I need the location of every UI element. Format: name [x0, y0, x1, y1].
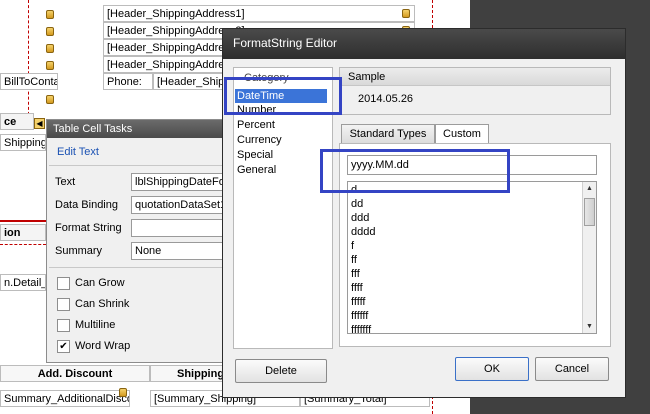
table-cell-bill-to-contact[interactable]: BillToContact	[0, 73, 58, 90]
can-shrink-label: Can Shrink	[75, 298, 130, 310]
binding-icon	[46, 95, 54, 104]
format-list-scrollbar[interactable]: ▲ ▼	[582, 182, 596, 333]
binding-icon	[46, 44, 54, 53]
table-cell-shipping-address1[interactable]: [Header_ShippingAddress1]	[103, 5, 415, 22]
binding-icon	[46, 27, 54, 36]
sample-group: Sample 2014.05.26	[339, 67, 611, 115]
sample-header: Sample	[340, 68, 610, 86]
summary-label: Summary	[55, 245, 103, 257]
format-item[interactable]: fffff	[351, 295, 366, 310]
table-cell-summary-additional-discount[interactable]: Summary_AdditionalDiscount	[0, 390, 130, 407]
smart-tag-arrow-icon[interactable]: ◀	[34, 118, 45, 129]
margin-guide-left	[28, 0, 29, 120]
format-item[interactable]: ddd	[351, 211, 369, 226]
can-grow-checkbox[interactable]	[57, 277, 70, 290]
word-wrap-label: Word Wrap	[75, 340, 131, 352]
tab-standard-types[interactable]: Standard Types	[341, 124, 435, 144]
tab-custom[interactable]: Custom	[435, 124, 489, 144]
section-header: ce	[0, 113, 34, 130]
format-list[interactable]: d dd ddd dddd f ff fff ffff fffff ffffff…	[347, 181, 597, 334]
dialog-title: FormatString Editor	[223, 29, 625, 59]
format-item[interactable]: dd	[351, 197, 363, 212]
table-cell-phone-label[interactable]: Phone:	[103, 73, 153, 90]
word-wrap-checkbox[interactable]: ✔	[57, 340, 70, 353]
delete-button[interactable]: Delete	[235, 359, 327, 383]
format-item[interactable]: fff	[351, 267, 360, 282]
highlight-box-category	[224, 77, 342, 115]
multiline-label: Multiline	[75, 319, 116, 331]
can-shrink-checkbox[interactable]	[57, 298, 70, 311]
binding-icon	[119, 388, 127, 397]
multiline-checkbox[interactable]	[57, 319, 70, 332]
table-cell-shipping-date[interactable]: ShippingDate	[0, 134, 46, 151]
highlight-box-custom-input	[320, 149, 510, 193]
scroll-down-icon[interactable]: ▼	[583, 320, 596, 333]
section-divider	[0, 244, 46, 245]
separator	[49, 165, 227, 166]
tasks-panel-title: Table Cell Tasks	[47, 120, 229, 138]
scroll-thumb[interactable]	[584, 198, 595, 226]
edit-text-link[interactable]: Edit Text	[57, 146, 99, 158]
separator	[49, 267, 227, 268]
format-item[interactable]: dddd	[351, 225, 375, 240]
format-item[interactable]: ff	[351, 253, 357, 268]
format-string-label: Format String	[55, 222, 122, 234]
binding-icon	[46, 10, 54, 19]
category-item-currency[interactable]: Currency	[235, 133, 327, 147]
column-header-add-discount[interactable]: Add. Discount	[0, 365, 150, 382]
table-cell-tasks-panel: Table Cell Tasks Edit Text Text lblShipp…	[46, 119, 241, 363]
table-cell-detail[interactable]: n.Detail_	[0, 274, 46, 291]
format-item[interactable]: fffffff	[351, 323, 371, 333]
format-item[interactable]: ffff	[351, 281, 363, 296]
section-divider	[0, 220, 46, 222]
text-label: Text	[55, 176, 76, 188]
category-item-special[interactable]: Special	[235, 148, 327, 162]
format-item[interactable]: ffffff	[351, 309, 368, 324]
scroll-up-icon[interactable]: ▲	[583, 182, 596, 195]
section-header-2: ion	[0, 224, 46, 241]
sample-value: 2014.05.26	[358, 93, 414, 105]
data-binding-label: Data Binding	[55, 199, 118, 211]
format-item[interactable]: f	[351, 239, 354, 254]
can-grow-label: Can Grow	[75, 277, 125, 289]
category-item-general[interactable]: General	[235, 163, 327, 177]
binding-icon	[402, 9, 410, 18]
binding-icon	[46, 61, 54, 70]
category-item-percent[interactable]: Percent	[235, 118, 327, 132]
ok-button[interactable]: OK	[455, 357, 529, 381]
cancel-button[interactable]: Cancel	[535, 357, 609, 381]
